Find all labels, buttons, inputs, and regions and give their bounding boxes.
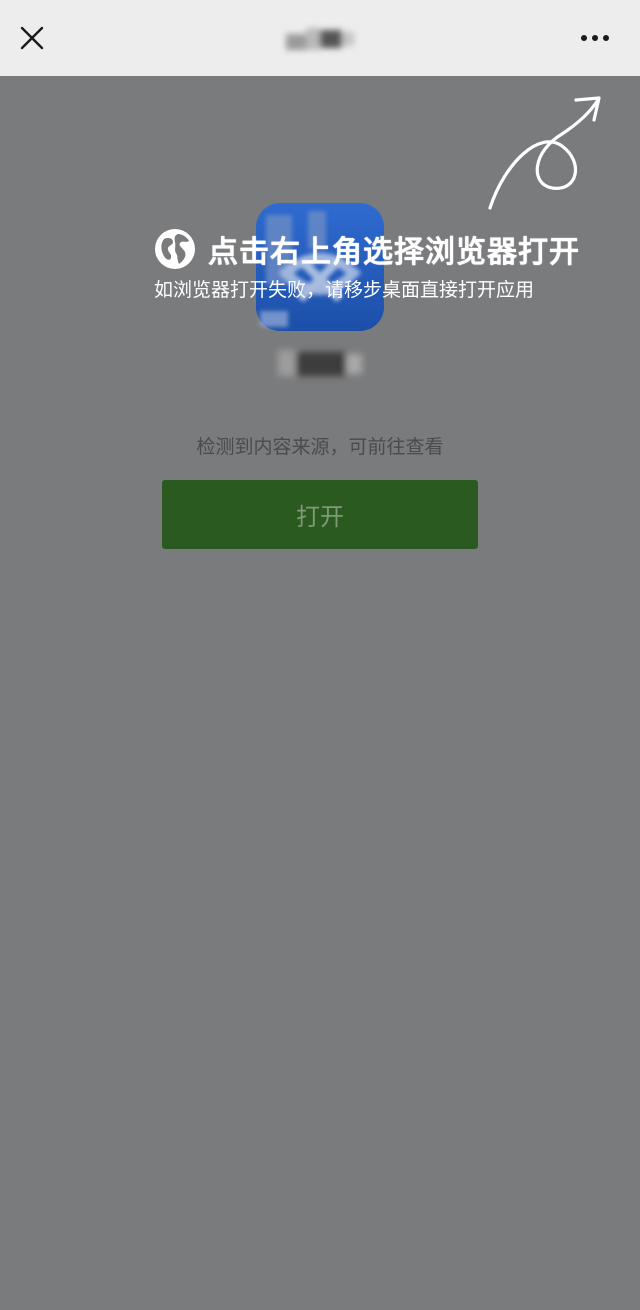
close-button[interactable]	[14, 20, 50, 56]
top-navbar	[0, 0, 640, 76]
open-button[interactable]: 打开	[162, 480, 478, 549]
more-dots-icon	[581, 35, 609, 41]
guide-subtitle: 如浏览器打开失败，请移步桌面直接打开应用	[154, 279, 535, 301]
source-detected-text: 检测到内容来源，可前往查看	[196, 436, 444, 458]
app-name-blurred	[270, 340, 370, 386]
page-title-blurred	[280, 22, 362, 56]
globe-icon	[155, 229, 195, 269]
guide-heading: 点击右上角选择浏览器打开	[208, 235, 580, 270]
more-options-button[interactable]	[574, 22, 618, 54]
guide-title-row: 点击右上角选择浏览器打开	[154, 224, 580, 274]
close-icon	[20, 26, 44, 50]
curved-arrow-icon	[488, 96, 601, 210]
